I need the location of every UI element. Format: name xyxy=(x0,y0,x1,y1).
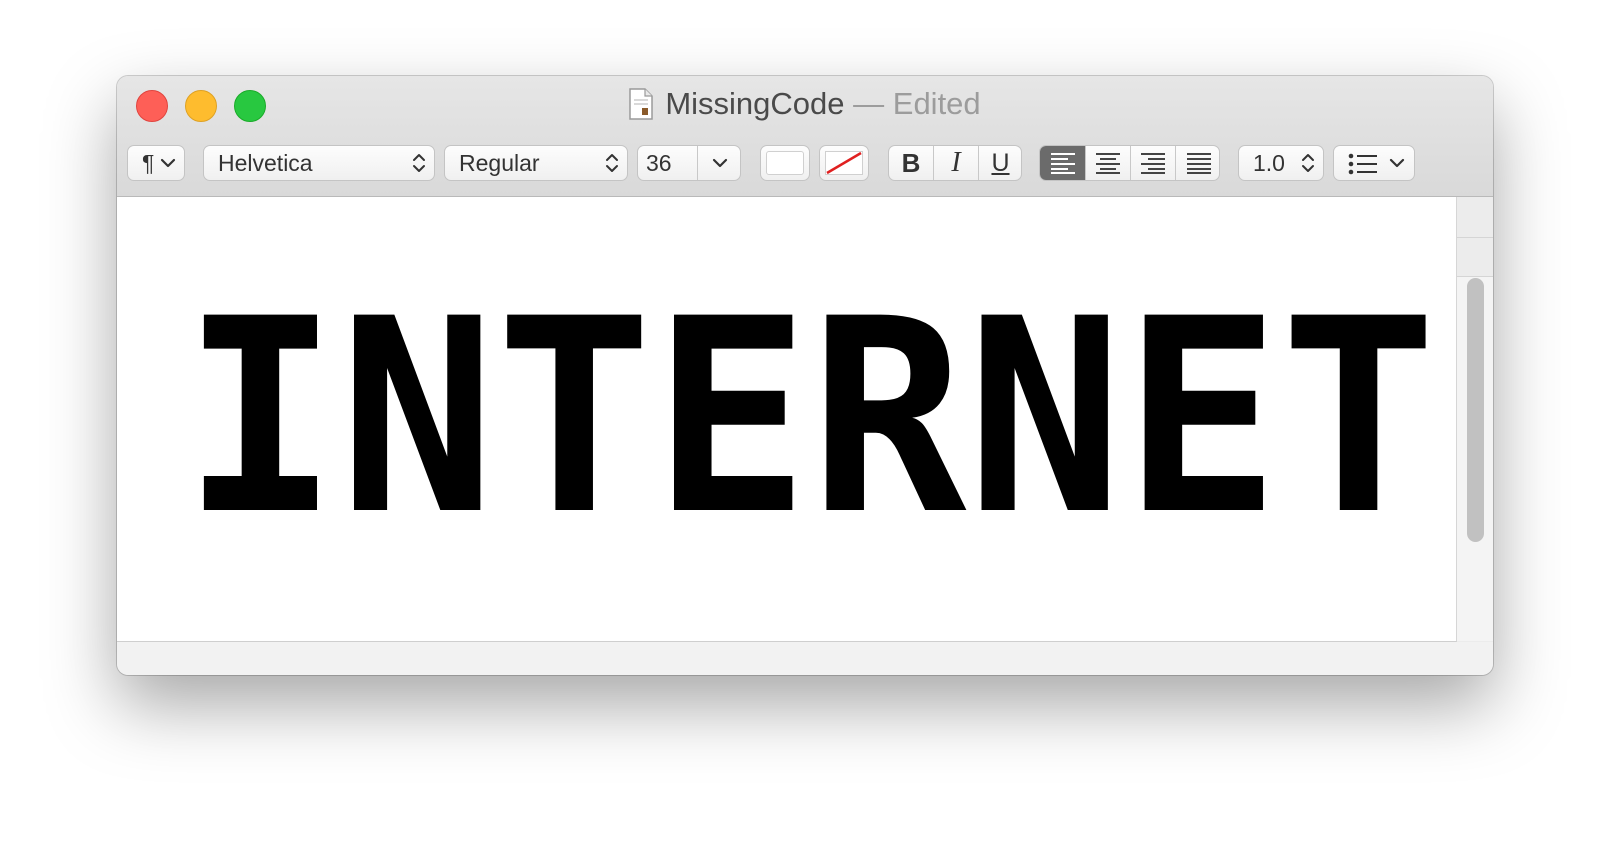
updown-arrows-icon xyxy=(413,154,425,172)
typeface-value: Regular xyxy=(459,149,540,176)
background-color-well[interactable] xyxy=(819,145,869,181)
line-spacing-popup[interactable]: 1.0 xyxy=(1238,145,1324,181)
align-center-icon xyxy=(1096,153,1120,174)
text-color-well[interactable] xyxy=(760,145,810,181)
paragraph-styles-button[interactable]: ¶ xyxy=(127,145,185,181)
document-icon xyxy=(629,88,654,120)
font-family-value: Helvetica xyxy=(218,149,313,176)
no-background-color-icon xyxy=(825,151,863,175)
title-bar: MissingCode — Edited ¶ Helvetica Regular… xyxy=(117,76,1493,197)
line-spacing-value: 1.0 xyxy=(1253,149,1285,176)
bold-button[interactable]: B xyxy=(889,146,933,180)
align-center-button[interactable] xyxy=(1086,146,1130,180)
align-justify-button[interactable] xyxy=(1176,146,1219,180)
updown-arrows-icon xyxy=(1302,154,1314,172)
align-left-icon xyxy=(1050,153,1075,174)
updown-arrows-icon xyxy=(606,154,618,172)
align-right-icon xyxy=(1141,153,1165,174)
edited-status: Edited xyxy=(892,86,981,121)
font-size-combo[interactable]: 36 xyxy=(637,145,741,181)
font-size-value: 36 xyxy=(646,149,672,176)
pilcrow-icon: ¶ xyxy=(142,150,155,176)
window-bottom-bar xyxy=(117,642,1493,675)
list-bullets-icon xyxy=(1348,153,1377,175)
chevron-down-icon xyxy=(160,158,176,168)
document-text-area[interactable]: INTERNET xyxy=(117,197,1457,642)
chevron-down-icon xyxy=(1389,158,1405,168)
title-separator: — xyxy=(853,86,885,121)
list-bullets-popup[interactable] xyxy=(1333,145,1415,181)
document-text: INTERNET xyxy=(182,305,1437,555)
ruler-gutter-lower xyxy=(1457,238,1493,277)
text-color-swatch xyxy=(766,151,804,175)
vertical-scrollbar-thumb[interactable] xyxy=(1467,278,1484,542)
underline-button[interactable]: U xyxy=(979,146,1022,180)
text-style-segmented: B I U xyxy=(888,145,1022,181)
align-right-button[interactable] xyxy=(1131,146,1175,180)
ruler-gutter xyxy=(1457,197,1493,238)
textedit-window: MissingCode — Edited ¶ Helvetica Regular… xyxy=(117,76,1493,675)
italic-button[interactable]: I xyxy=(934,146,978,180)
font-family-popup[interactable]: Helvetica xyxy=(203,145,435,181)
align-justify-icon xyxy=(1186,153,1211,174)
window-title: MissingCode — Edited xyxy=(117,86,1493,122)
typeface-popup[interactable]: Regular xyxy=(444,145,628,181)
align-left-button[interactable] xyxy=(1040,146,1085,180)
document-text-content: INTERNET xyxy=(182,305,1437,555)
chevron-down-icon[interactable] xyxy=(712,157,728,169)
alignment-segmented xyxy=(1039,145,1220,181)
document-name: MissingCode xyxy=(665,86,845,121)
